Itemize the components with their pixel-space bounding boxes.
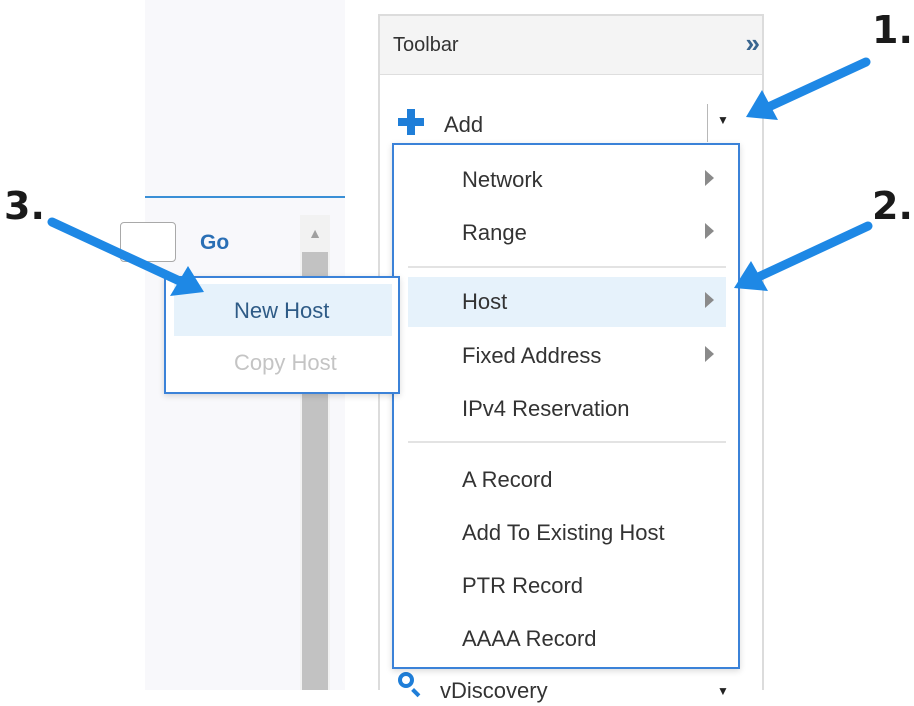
arrow-step-1	[746, 57, 871, 120]
arrow-step-3	[47, 217, 204, 296]
arrow-step-2	[734, 221, 873, 291]
annotation-step-3: 3.	[4, 184, 45, 228]
annotation-arrows	[47, 57, 873, 296]
annotation-step-2: 2.	[872, 184, 913, 228]
annotation-step-1: 1.	[872, 8, 913, 52]
screenshot-stage: Go ▲ Toolbar » Add ▼ vDiscovery ▼ Networ…	[0, 0, 914, 703]
